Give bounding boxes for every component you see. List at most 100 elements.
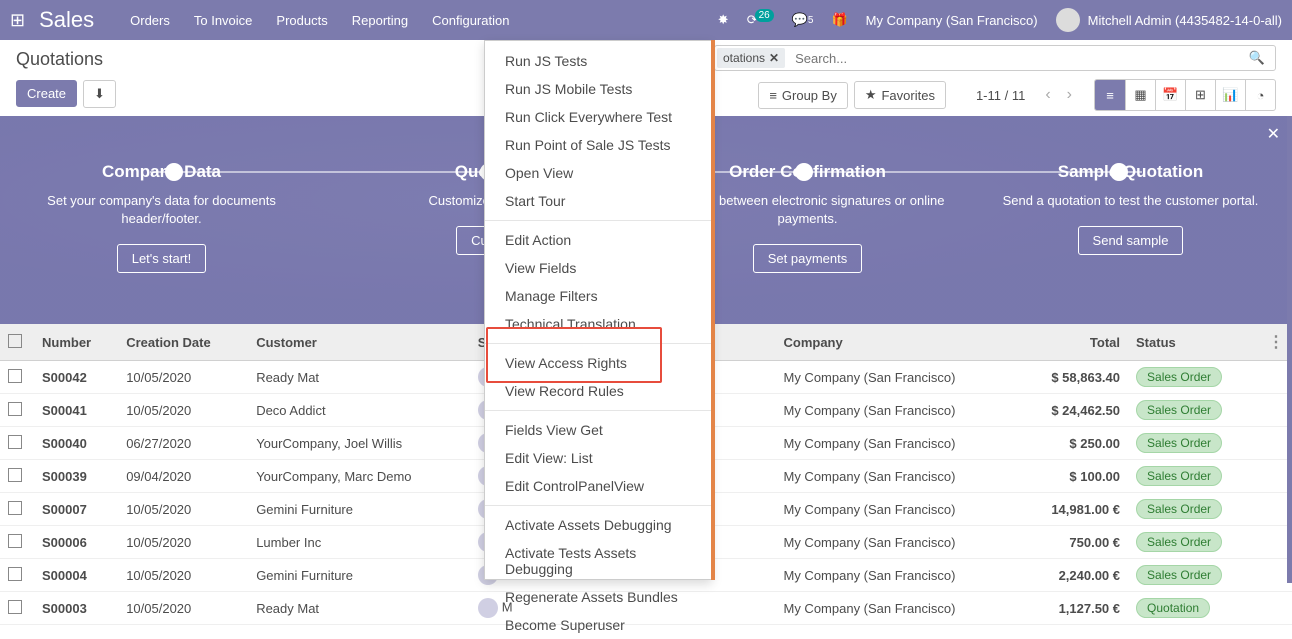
cell-total: 2,240.00 € [1019,559,1129,592]
view-pivot-icon[interactable]: ⊞ [1185,80,1215,110]
col-status[interactable]: Status [1128,324,1260,361]
cell-status: Sales Order [1128,427,1260,460]
devmenu-item[interactable]: Activate Tests Assets Debugging [485,539,711,583]
group-by-button[interactable]: ≡Group By [758,82,848,109]
cell-status: Sales Order [1128,559,1260,592]
status-badge: Sales Order [1136,499,1222,519]
user-menu[interactable]: Mitchell Admin (4435482-14-0-all) [1056,8,1282,32]
devmenu-item[interactable]: Edit ControlPanelView [485,472,711,500]
row-checkbox[interactable] [8,501,22,515]
onboard-sample-quotation: Sample Quotation Send a quotation to tes… [982,138,1279,255]
col-company[interactable]: Company [775,324,1018,361]
row-checkbox[interactable] [8,600,22,614]
row-checkbox[interactable] [8,369,22,383]
import-button[interactable]: ⬇ [83,80,116,108]
view-kanban-icon[interactable]: ▦ [1125,80,1155,110]
cell-number: S00039 [34,460,118,493]
cell-customer: Ready Mat [248,592,470,625]
cell-date: 09/04/2020 [118,460,248,493]
devmenu-item[interactable]: Start Tour [485,187,711,215]
devmenu-item[interactable]: View Record Rules [485,377,711,405]
devmenu-item[interactable]: Open View [485,159,711,187]
cell-number: S00004 [34,559,118,592]
page-prev-icon[interactable]: ‹ [1037,86,1058,104]
page-title: Quotations [16,49,203,70]
brand[interactable]: Sales [39,7,94,33]
devmenu-item[interactable]: Become Superuser [485,611,711,639]
menu-products[interactable]: Products [276,13,327,28]
cell-date: 10/05/2020 [118,394,248,427]
cell-customer: Gemini Furniture [248,493,470,526]
gift-icon[interactable]: 🎁 [831,12,847,28]
cell-date: 10/05/2020 [118,559,248,592]
row-checkbox[interactable] [8,402,22,416]
cell-company: My Company (San Francisco) [775,427,1018,460]
cell-number: S00007 [34,493,118,526]
search-input[interactable] [787,47,1239,70]
onboard-company-data: Company Data Set your company's data for… [13,138,310,273]
create-button[interactable]: Create [16,80,77,107]
search-icon[interactable]: 🔍 [1239,46,1275,70]
col-customer[interactable]: Customer [248,324,470,361]
devmenu-item[interactable]: Activate Assets Debugging [485,511,711,539]
devmenu-item[interactable]: Run JS Mobile Tests [485,75,711,103]
col-total[interactable]: Total [1019,324,1129,361]
messages-icon[interactable]: ⟳26 [747,12,774,28]
cell-customer: Deco Addict [248,394,470,427]
scrollbar[interactable] [1287,116,1292,583]
lets-start-button[interactable]: Let's start! [117,244,207,273]
cell-company: My Company (San Francisco) [775,493,1018,526]
devmenu-item[interactable]: View Access Rights [485,349,711,377]
devmenu-item[interactable]: Manage Filters [485,282,711,310]
cell-total: 750.00 € [1019,526,1129,559]
cell-date: 10/05/2020 [118,493,248,526]
menu-reporting[interactable]: Reporting [352,13,408,28]
send-sample-button[interactable]: Send sample [1078,226,1184,255]
status-badge: Sales Order [1136,400,1222,420]
menu-to-invoice[interactable]: To Invoice [194,13,253,28]
chat-icon[interactable]: 💬5 [792,12,814,28]
onboard-desc: Set your company's data for documents he… [13,192,310,228]
devmenu-item[interactable]: View Fields [485,254,711,282]
favorites-button[interactable]: ★Favorites [854,81,946,109]
menu-configuration[interactable]: Configuration [432,13,509,28]
onboard-title: Company Data [13,162,310,182]
select-all-checkbox[interactable] [8,334,22,348]
col-creation-date[interactable]: Creation Date [118,324,248,361]
row-checkbox[interactable] [8,534,22,548]
devmenu-item[interactable]: Run JS Tests [485,47,711,75]
view-graph-icon[interactable]: 📊 [1215,80,1245,110]
columns-menu-icon[interactable]: ⋮ [1268,334,1284,351]
devmenu-item[interactable]: Edit View: List [485,444,711,472]
col-number[interactable]: Number [34,324,118,361]
search-bar[interactable]: otations ✕ 🔍 [714,45,1276,71]
cell-date: 10/05/2020 [118,592,248,625]
remove-facet-icon[interactable]: ✕ [769,51,779,65]
row-checkbox[interactable] [8,567,22,581]
devmenu-item[interactable]: Technical Translation [485,310,711,338]
page-next-icon[interactable]: › [1059,86,1080,104]
search-facet[interactable]: otations ✕ [717,48,785,68]
cell-status: Sales Order [1128,493,1260,526]
status-badge: Sales Order [1136,466,1222,486]
menu-orders[interactable]: Orders [130,13,170,28]
cell-number: S00040 [34,427,118,460]
debug-icon[interactable]: ✸ [718,12,729,28]
row-checkbox[interactable] [8,468,22,482]
cell-status: Sales Order [1128,526,1260,559]
devmenu-item[interactable]: Regenerate Assets Bundles [485,583,711,611]
cell-total: $ 250.00 [1019,427,1129,460]
view-calendar-icon[interactable]: 📅 [1155,80,1185,110]
row-checkbox[interactable] [8,435,22,449]
apps-icon[interactable]: ⊞ [10,10,25,31]
devmenu-item[interactable]: Run Point of Sale JS Tests [485,131,711,159]
cell-company: My Company (San Francisco) [775,526,1018,559]
devmenu-item[interactable]: Edit Action [485,226,711,254]
cell-customer: Lumber Inc [248,526,470,559]
set-payments-button[interactable]: Set payments [753,244,863,273]
devmenu-item[interactable]: Fields View Get [485,416,711,444]
view-list-icon[interactable]: ≡ [1095,80,1125,110]
view-activity-icon[interactable]: ◔ [1245,80,1275,110]
devmenu-item[interactable]: Run Click Everywhere Test [485,103,711,131]
company-switcher[interactable]: My Company (San Francisco) [866,13,1038,28]
